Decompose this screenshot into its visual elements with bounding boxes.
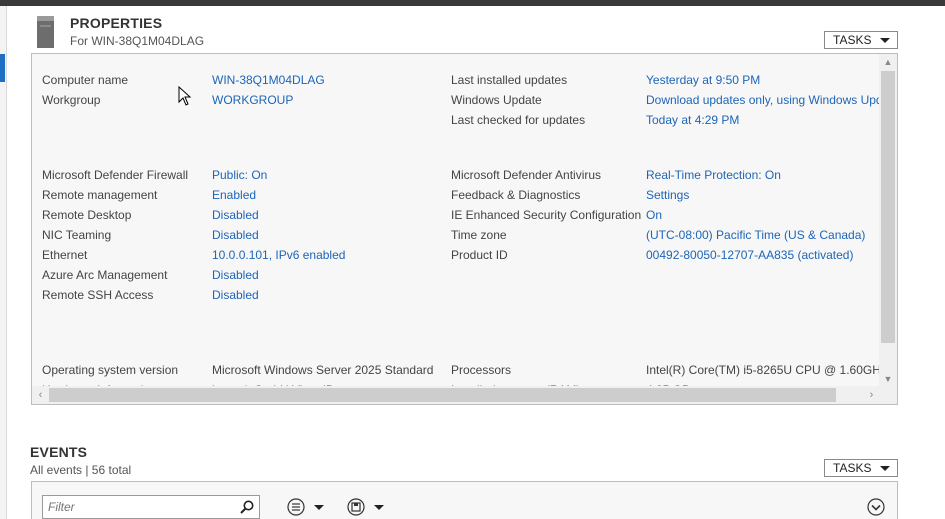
left-property-value[interactable]: Enabled xyxy=(212,188,256,202)
horizontal-scroll-thumb[interactable] xyxy=(49,388,836,402)
events-subtitle: All events | 56 total xyxy=(30,463,132,477)
left-property-label: Workgroup xyxy=(42,93,101,107)
save-query-button[interactable] xyxy=(347,498,389,516)
events-tasks-button[interactable]: TASKS xyxy=(824,459,898,477)
properties-tasks-button[interactable]: TASKS xyxy=(824,31,898,49)
server-icon xyxy=(37,16,54,48)
properties-content: Computer name WIN-38Q1M04DLAG Workgroup WOR… xyxy=(32,54,880,387)
scroll-right-icon[interactable]: › xyxy=(863,386,880,404)
left-property-value[interactable]: Disabled xyxy=(212,288,259,302)
right-property-label: Product ID xyxy=(451,248,508,262)
events-panel xyxy=(31,481,898,519)
scroll-up-icon[interactable]: ▲ xyxy=(879,54,897,70)
scroll-left-icon[interactable]: ‹ xyxy=(32,386,49,404)
vertical-scroll-thumb[interactable] xyxy=(881,71,895,343)
left-property-label: Ethernet xyxy=(42,248,88,262)
filter-input[interactable] xyxy=(43,496,233,518)
right-property-value[interactable]: Today at 4:29 PM xyxy=(646,113,739,127)
list-options-button[interactable] xyxy=(287,498,329,516)
right-property-value[interactable]: Settings xyxy=(646,188,689,202)
left-property-label: NIC Teaming xyxy=(42,228,112,242)
right-property-label: Windows Update xyxy=(451,93,542,107)
left-property-value[interactable]: Disabled xyxy=(212,268,259,282)
right-property-label: Processors xyxy=(451,363,512,377)
tasks-label: TASKS xyxy=(833,33,872,47)
left-property-value: Microsoft Windows Server 2025 Standard xyxy=(212,363,434,377)
left-property-value[interactable]: Disabled xyxy=(212,228,259,242)
properties-subtitle: For WIN-38Q1M04DLAG xyxy=(70,34,205,48)
tasks-label: TASKS xyxy=(833,461,872,475)
left-property-value[interactable]: WIN-38Q1M04DLAG xyxy=(212,73,325,87)
right-property-label: Last installed updates xyxy=(451,73,568,87)
expand-collapse-icon[interactable] xyxy=(867,498,885,516)
right-property-label: Time zone xyxy=(451,228,507,242)
left-property-value[interactable]: 10.0.0.101, IPv6 enabled xyxy=(212,248,345,262)
selected-nav-indicator xyxy=(0,54,5,82)
right-property-value[interactable]: 00492-80050-12707-AA835 (activated) xyxy=(646,248,853,262)
right-property-label: Last checked for updates xyxy=(451,113,586,127)
right-property-label: Microsoft Defender Antivirus xyxy=(451,168,602,182)
properties-panel: Computer name WIN-38Q1M04DLAG Workgroup WOR… xyxy=(31,53,898,405)
navigation-pane-edge[interactable] xyxy=(0,6,7,519)
right-property-value[interactable]: On xyxy=(646,208,662,222)
filter-field[interactable] xyxy=(42,495,260,519)
properties-title: PROPERTIES xyxy=(70,15,163,31)
right-property-label: IE Enhanced Security Configuration xyxy=(451,208,642,222)
left-property-label: Remote management xyxy=(42,188,158,202)
right-property-value: Intel(R) Core(TM) i5-8265U CPU @ 1.60GHz xyxy=(646,363,880,377)
scroll-down-icon[interactable]: ▼ xyxy=(879,371,897,387)
left-property-label: Computer name xyxy=(42,73,129,87)
events-title: EVENTS xyxy=(30,444,88,460)
right-property-value[interactable]: Real-Time Protection: On xyxy=(646,168,781,182)
left-property-label: Remote Desktop xyxy=(42,208,132,222)
search-icon[interactable] xyxy=(239,499,255,515)
right-property-value[interactable]: (UTC-08:00) Pacific Time (US & Canada) xyxy=(646,228,865,242)
right-property-value[interactable]: Yesterday at 9:50 PM xyxy=(646,73,760,87)
left-property-label: Operating system version xyxy=(42,363,179,377)
scroll-corner xyxy=(879,386,897,404)
left-property-value[interactable]: WORKGROUP xyxy=(212,93,293,107)
right-property-value[interactable]: Download updates only, using Windows Upd… xyxy=(646,93,880,107)
left-property-value[interactable]: Public: On xyxy=(212,168,267,182)
left-property-label: Azure Arc Management xyxy=(42,268,168,282)
properties-horizontal-scrollbar[interactable]: ‹ › xyxy=(32,386,880,404)
window-top-bar xyxy=(0,0,945,6)
right-property-label: Feedback & Diagnostics xyxy=(451,188,581,202)
mouse-pointer-icon xyxy=(178,86,192,106)
properties-vertical-scrollbar[interactable]: ▲ ▼ xyxy=(879,54,897,387)
left-property-label: Microsoft Defender Firewall xyxy=(42,168,189,182)
chevron-down-icon xyxy=(880,38,890,43)
chevron-down-icon xyxy=(880,466,890,471)
left-property-value[interactable]: Disabled xyxy=(212,208,259,222)
left-property-label: Remote SSH Access xyxy=(42,288,154,302)
